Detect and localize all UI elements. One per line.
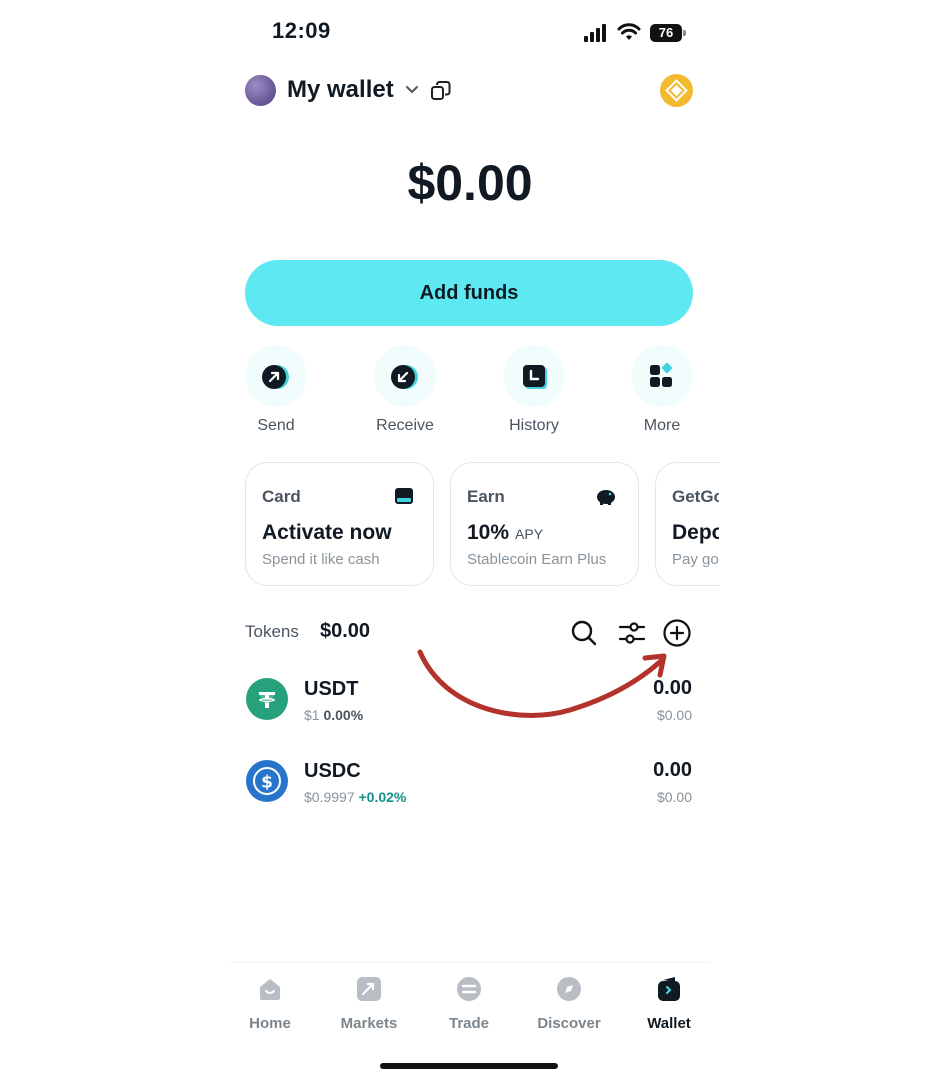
nav-home-label: Home: [249, 1015, 291, 1032]
status-time: 12:09: [272, 18, 331, 43]
discover-icon: [557, 977, 581, 1001]
chevron-down-icon[interactable]: [404, 84, 420, 96]
card-icon: [395, 488, 413, 504]
card-promo-subtitle: Spend it like cash: [262, 551, 380, 568]
token-price: $1 0.00%: [304, 707, 364, 723]
receive-label: Receive: [376, 417, 434, 434]
usdc-icon: $: [246, 760, 288, 802]
send-icon: [245, 345, 307, 407]
svg-text:$: $: [261, 773, 273, 793]
wallet-avatar[interactable]: [245, 75, 276, 106]
nav-markets-label: Markets: [340, 1015, 398, 1032]
token-amount: 0.00: [653, 759, 692, 781]
total-balance: $0.00: [407, 155, 533, 211]
nav-discover-label: Discover: [537, 1015, 601, 1032]
nav-discover[interactable]: Discover: [524, 976, 614, 1032]
filter-icon[interactable]: [617, 618, 647, 648]
piggy-bank-icon: [597, 490, 615, 505]
receive-icon: [374, 345, 436, 407]
trade-icon: [457, 977, 481, 1001]
nav-trade[interactable]: Trade: [424, 976, 514, 1032]
more-action[interactable]: More: [612, 345, 712, 435]
earn-promo-title: Earn: [467, 487, 505, 506]
token-amount: 0.00: [653, 677, 692, 699]
more-label: More: [643, 417, 681, 434]
search-icon[interactable]: [569, 618, 599, 648]
earn-promo-headline: 10% APY: [467, 521, 544, 544]
nav-trade-label: Trade: [448, 1015, 490, 1032]
home-icon: [260, 979, 280, 1000]
bnb-chain-icon[interactable]: [660, 74, 693, 107]
nav-divider: [230, 962, 710, 963]
usdt-icon: [246, 678, 288, 720]
nav-wallet[interactable]: Wallet: [624, 976, 714, 1032]
wallet-name[interactable]: My wallet: [287, 76, 394, 104]
wallet-icon: [658, 977, 680, 1001]
getgo-promo-title: GetGo: [672, 487, 719, 506]
getgo-promo-headline: Deposit: [672, 521, 719, 544]
nav-wallet-label: Wallet: [647, 1015, 691, 1032]
add-token-icon[interactable]: [662, 618, 692, 648]
token-fiat-value: $0.00: [656, 789, 692, 805]
earn-promo-subtitle: Stablecoin Earn Plus: [467, 551, 607, 568]
nav-home[interactable]: Home: [225, 976, 315, 1032]
token-symbol: USDC: [304, 760, 361, 782]
send-label: Send: [257, 417, 295, 434]
card-promo-headline: Activate now: [262, 521, 392, 544]
token-price: $0.9997 +0.02%: [304, 789, 407, 805]
battery-icon: 76: [650, 24, 686, 42]
card-promo[interactable]: Card Activate now Spend it like cash: [245, 462, 434, 586]
wifi-icon: [617, 23, 641, 40]
battery-level: 76: [650, 24, 682, 42]
token-symbol: USDT: [304, 678, 359, 700]
more-icon: [631, 345, 693, 407]
token-fiat-value: $0.00: [656, 707, 692, 723]
tokens-total: $0.00: [320, 620, 371, 642]
history-label: History: [509, 417, 559, 434]
receive-action[interactable]: Receive: [355, 345, 455, 435]
add-funds-button[interactable]: Add funds: [245, 260, 693, 326]
nav-markets[interactable]: Markets: [324, 976, 414, 1032]
card-promo-title: Card: [262, 487, 301, 506]
markets-icon: [357, 977, 381, 1001]
history-action[interactable]: History: [484, 345, 584, 435]
history-icon: [503, 345, 565, 407]
tokens-label: Tokens: [245, 622, 299, 641]
earn-promo[interactable]: Earn 10% APY Stablecoin Earn Plus: [450, 462, 639, 586]
getgo-promo-subtitle: Pay go: [672, 551, 719, 568]
home-indicator[interactable]: [380, 1063, 558, 1069]
promo-carousel[interactable]: Card Activate now Spend it like cash Ear…: [240, 455, 719, 595]
copy-icon[interactable]: [430, 80, 452, 102]
send-action[interactable]: Send: [226, 345, 326, 435]
cell-signal-icon: [584, 24, 606, 42]
getgo-promo[interactable]: GetGo Deposit Pay go: [655, 462, 719, 586]
